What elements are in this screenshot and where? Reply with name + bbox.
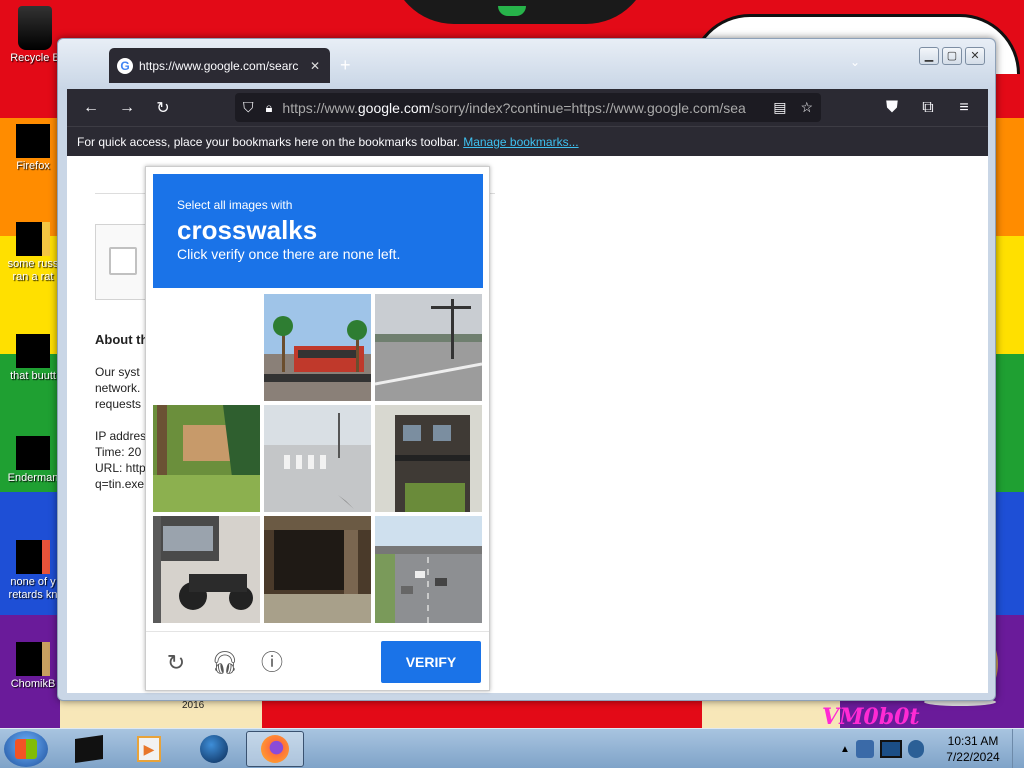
tab-title: https://www.google.com/searc: [139, 58, 299, 73]
captcha-tile-porch[interactable]: [264, 516, 371, 623]
reload-challenge-icon[interactable]: ↻: [163, 650, 189, 676]
captcha-tile-house[interactable]: [153, 405, 260, 512]
bookmark-star-icon[interactable]: ☆: [800, 99, 813, 116]
taskbar-app-recycle[interactable]: [60, 731, 118, 767]
nav-toolbar: ← → ↻ ⛉ 🔒︎ https://www.google.com/sorry/…: [67, 89, 988, 126]
google-favicon-icon: G: [117, 57, 133, 74]
display-icon[interactable]: [879, 740, 902, 758]
taskbar-app-media-player[interactable]: ▶: [120, 731, 178, 767]
captcha-subinstruction: Click verify once there are none left.: [177, 246, 401, 262]
maximize-button[interactable]: ▢: [942, 47, 962, 65]
network-icon[interactable]: [855, 740, 874, 758]
volume-icon[interactable]: [907, 740, 924, 758]
reader-view-icon[interactable]: ▤: [773, 99, 786, 116]
recaptcha-checkbox[interactable]: [109, 247, 137, 275]
tray-expand-icon[interactable]: ▲: [840, 744, 850, 755]
url-bar[interactable]: ⛉ 🔒︎ https://www.google.com/sorry/index?…: [235, 93, 821, 122]
file-icon: [16, 334, 50, 368]
taskbar-app-firefox[interactable]: [246, 731, 304, 767]
wallpaper-year: 2016: [182, 700, 205, 711]
app-icon: [75, 735, 103, 763]
captcha-footer: ↻ 🎧︎ ⓘ VERIFY: [146, 631, 489, 691]
tab-close-icon[interactable]: ✕: [308, 59, 322, 73]
taskbar: ▶ ▲ 10:31 AM 7/22/2024: [0, 728, 1024, 768]
captcha-tile-blank[interactable]: [153, 294, 260, 401]
toolbar-right: ⛊ ⧉ ≡: [874, 89, 982, 126]
minimize-button[interactable]: ▁: [919, 47, 939, 65]
captcha-tile-crosswalk[interactable]: [264, 405, 371, 512]
info-icon[interactable]: ⓘ: [259, 650, 285, 676]
file-icon: [16, 222, 50, 256]
media-player-icon: ▶: [137, 736, 161, 762]
back-arrow-icon[interactable]: ←: [73, 99, 109, 117]
file-icon: [16, 436, 50, 470]
browser-tab[interactable]: G https://www.google.com/searc ✕: [109, 48, 330, 83]
captcha-challenge: Select all images with crosswalks Click …: [145, 166, 490, 691]
close-window-button[interactable]: ✕: [965, 47, 985, 65]
lock-icon[interactable]: 🔒︎: [266, 100, 273, 116]
system-tray: ▲: [840, 729, 924, 768]
about-body: Our syst network. requests IP addres Tim…: [95, 365, 147, 491]
reload-icon[interactable]: ↻: [145, 98, 181, 118]
captcha-tile-motorcycle[interactable]: [153, 516, 260, 623]
url-text: https://www.google.com/sorry/index?conti…: [282, 99, 746, 116]
captcha-target: crosswalks: [177, 215, 318, 245]
pocket-icon[interactable]: ⛊: [874, 99, 910, 117]
clock-date: 7/22/2024: [946, 750, 1000, 764]
wallpaper-signature: VM0b0t: [822, 704, 920, 730]
show-desktop-button[interactable]: [1012, 729, 1024, 768]
windows-logo-icon: [15, 739, 37, 759]
start-button[interactable]: [4, 731, 48, 767]
extensions-icon[interactable]: ⧉: [910, 99, 946, 117]
menu-icon[interactable]: ≡: [946, 99, 982, 117]
captcha-instruction: Select all images with: [177, 198, 293, 212]
tracking-shield-icon[interactable]: ⛉: [243, 99, 254, 116]
recycle-bin-icon: [18, 6, 52, 50]
bookmarks-toolbar: For quick access, place your bookmarks h…: [67, 126, 988, 156]
captcha-tile-intersection[interactable]: [375, 294, 482, 401]
firefox-icon: [16, 124, 50, 158]
verify-button[interactable]: VERIFY: [381, 641, 481, 683]
new-tab-button[interactable]: +: [340, 55, 351, 76]
captcha-header: Select all images with crosswalks Click …: [153, 174, 483, 288]
captcha-tile-highway[interactable]: [375, 516, 482, 623]
wallpaper-shape: [262, 700, 702, 728]
captcha-tile-bus[interactable]: [264, 294, 371, 401]
audio-challenge-icon[interactable]: 🎧︎: [211, 650, 239, 676]
captcha-grid: [153, 294, 483, 624]
manage-bookmarks-link[interactable]: Manage bookmarks...: [463, 135, 578, 149]
clock[interactable]: 10:31 AM 7/22/2024: [940, 733, 1006, 765]
taskbar-app-browser[interactable]: [185, 731, 243, 767]
bookmarks-hint: For quick access, place your bookmarks h…: [77, 135, 460, 149]
hamster-icon: [16, 642, 50, 676]
file-icon: [16, 540, 50, 574]
captcha-tile-building[interactable]: [375, 405, 482, 512]
firefox-icon: [261, 735, 289, 763]
forward-arrow-icon[interactable]: →: [109, 99, 145, 117]
window-controls: ▁ ▢ ✕: [919, 47, 985, 65]
clock-time: 10:31 AM: [947, 734, 999, 748]
globe-icon: [200, 735, 228, 763]
tab-list-chevron-icon[interactable]: ⌄: [850, 55, 860, 69]
about-heading: About th: [95, 332, 149, 347]
